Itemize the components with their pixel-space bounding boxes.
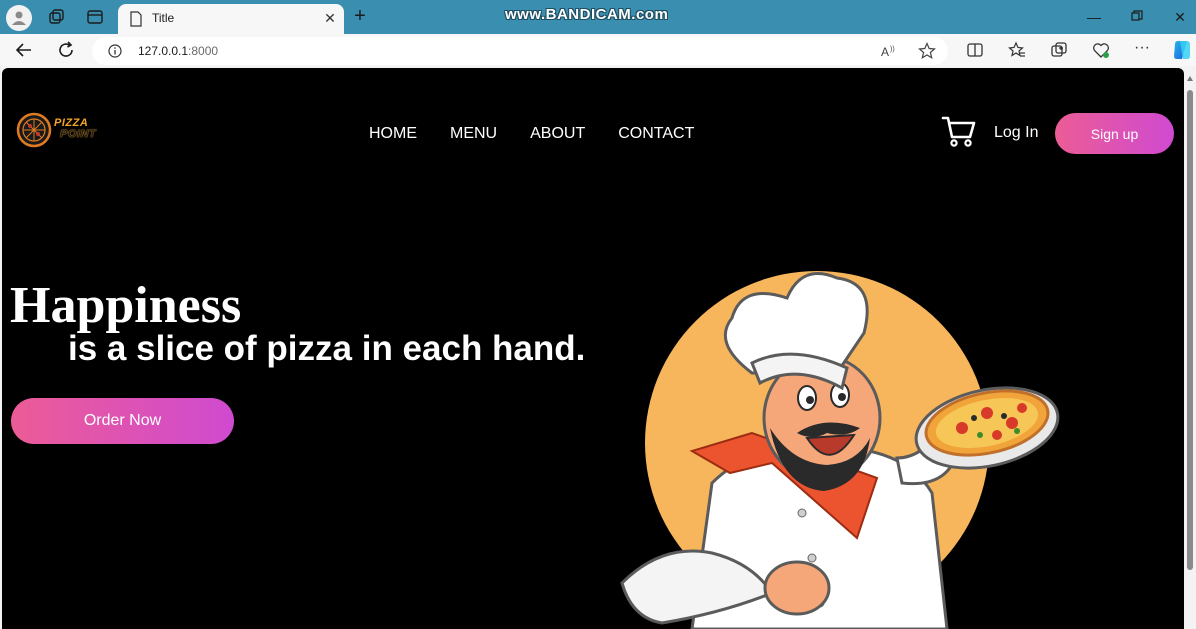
tab-title: Title <box>152 11 175 25</box>
page-icon <box>130 11 142 27</box>
favorites-icon[interactable] <box>1008 41 1026 59</box>
login-link[interactable]: Log In <box>994 124 1038 142</box>
nav-home[interactable]: HOME <box>369 125 417 143</box>
hero-title: Happiness <box>10 277 242 334</box>
page-viewport: PIZZA POINT HOME MENU ABOUT CONTACT Log … <box>2 68 1184 629</box>
restore-button[interactable] <box>1125 6 1149 28</box>
cart-icon[interactable] <box>941 114 977 148</box>
scroll-up-arrow-icon[interactable] <box>1187 76 1193 81</box>
hero-subtitle: is a slice of pizza in each hand. <box>68 329 586 368</box>
split-screen-icon[interactable] <box>966 41 984 59</box>
main-nav: HOME MENU ABOUT CONTACT <box>369 125 727 143</box>
back-arrow-icon[interactable] <box>14 40 34 60</box>
close-icon[interactable]: ✕ <box>322 10 338 26</box>
tab-actions-icon[interactable] <box>86 8 104 26</box>
close-window-button[interactable]: ✕ <box>1168 6 1192 28</box>
info-icon[interactable] <box>108 44 122 58</box>
restore-icon <box>1131 10 1143 21</box>
user-icon <box>12 11 26 25</box>
address-bar: 127.0.0.1:8000 A )) ··· <box>0 34 1196 66</box>
browser-titlebar: Title ✕ + www.BANDICAM.com — ✕ <box>0 0 1196 34</box>
svg-text:)): )) <box>890 46 895 53</box>
workspaces-icon[interactable] <box>47 8 65 26</box>
scrollbar-thumb[interactable] <box>1187 90 1193 570</box>
site-logo[interactable]: PIZZA POINT <box>16 112 106 148</box>
nav-menu[interactable]: MENU <box>450 125 497 143</box>
favorite-star-icon[interactable] <box>918 42 936 60</box>
more-options-icon[interactable]: ··· <box>1133 40 1151 59</box>
page-scrollbar[interactable] <box>1185 68 1196 629</box>
chef-illustration <box>620 271 1060 629</box>
nav-about[interactable]: ABOUT <box>530 125 585 143</box>
tab-active[interactable]: Title ✕ <box>118 4 344 34</box>
svg-text:A: A <box>881 45 889 59</box>
recording-watermark: www.BANDICAM.com <box>505 6 669 23</box>
url-field[interactable]: 127.0.0.1:8000 A )) <box>92 37 948 65</box>
refresh-icon[interactable] <box>56 40 76 60</box>
nav-contact[interactable]: CONTACT <box>618 125 694 143</box>
logo-text-point: POINT <box>60 128 97 140</box>
profile-avatar[interactable] <box>6 5 32 31</box>
collections-icon[interactable] <box>1050 41 1068 59</box>
signup-button[interactable]: Sign up <box>1055 113 1174 154</box>
order-now-button[interactable]: Order Now <box>11 398 234 444</box>
copilot-icon[interactable] <box>1171 39 1193 61</box>
url-text: 127.0.0.1:8000 <box>138 44 219 58</box>
browser-essentials-icon[interactable] <box>1092 41 1110 59</box>
pizza-logo-icon <box>16 112 52 148</box>
new-tab-button[interactable]: + <box>350 6 370 26</box>
minimize-button[interactable]: — <box>1082 6 1106 28</box>
read-aloud-icon[interactable]: A )) <box>880 42 898 60</box>
